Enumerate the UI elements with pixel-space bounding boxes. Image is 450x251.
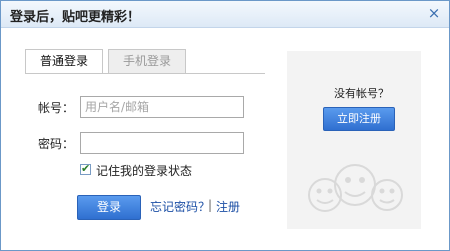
register-now-button[interactable]: 立即注册 [323, 107, 395, 131]
dialog-titlebar: 登录后，贴吧更精彩！ × [1, 1, 449, 28]
account-label: 帐号： [38, 101, 75, 115]
dialog-title: 登录后，贴吧更精彩！ [10, 10, 141, 25]
tab-mobile-login[interactable]: 手机登录 [108, 49, 186, 73]
login-button[interactable]: 登录 [77, 195, 141, 220]
tab-divider [25, 73, 265, 74]
remember-label[interactable]: 记住我的登录状态 [96, 162, 192, 179]
password-label: 密码： [38, 137, 75, 151]
checkmark-icon: ✔ [81, 162, 91, 175]
smiley-faces-illustration [308, 164, 403, 212]
link-separator: | [208, 198, 213, 212]
password-input[interactable] [80, 132, 244, 154]
close-icon[interactable]: × [425, 4, 443, 22]
tab-normal-login[interactable]: 普通登录 [25, 49, 103, 74]
account-input[interactable] [80, 96, 244, 118]
register-panel: 没有帐号？ 立即注册 [287, 51, 421, 229]
forgot-password-link[interactable]: 忘记密码？ [150, 198, 210, 215]
remember-checkbox[interactable]: ✔ [80, 162, 91, 175]
no-account-text: 没有帐号？ [334, 87, 389, 100]
login-dialog: 登录后，贴吧更精彩！ × 普通登录 手机登录 帐号： 密码： ✔ 记住我的登录状… [0, 0, 450, 251]
register-link[interactable]: 注册 [216, 198, 240, 215]
